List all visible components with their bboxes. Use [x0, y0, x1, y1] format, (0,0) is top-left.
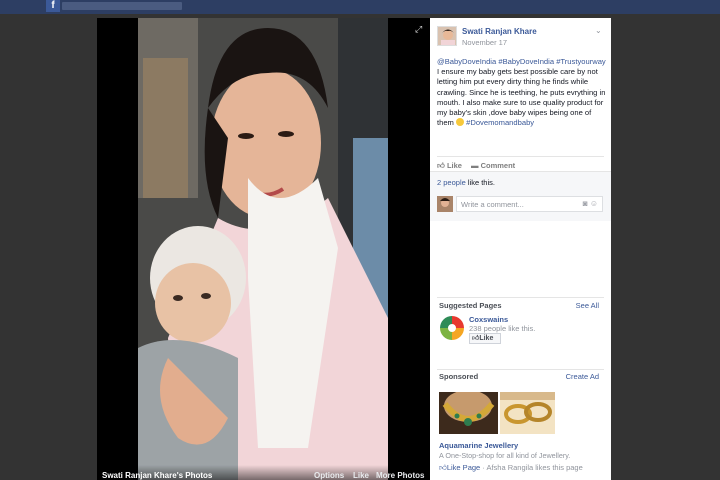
- comment-action[interactable]: ▬ Comment: [471, 161, 515, 170]
- hashtag-link[interactable]: #Trustyourway: [556, 57, 606, 66]
- ad-image-bangles[interactable]: [500, 392, 555, 434]
- smile-emoji-icon: [456, 118, 464, 127]
- thumbs-up-icon: 👍︎: [437, 161, 445, 170]
- suggested-pages-title: Suggested Pages: [439, 301, 502, 310]
- ad-title[interactable]: Aquamarine Jewellery: [439, 441, 518, 450]
- author-avatar[interactable]: [437, 26, 457, 46]
- like-page-link[interactable]: Like Page: [447, 463, 480, 472]
- post-text: @BabyDoveIndia #BabyDoveIndia #Trustyour…: [437, 57, 609, 128]
- facebook-logo-icon[interactable]: f: [46, 0, 60, 12]
- comment-placeholder: Write a comment...: [461, 200, 524, 209]
- likers-link[interactable]: 2 people: [437, 178, 466, 187]
- hashtag-link[interactable]: #Dovemomandbaby: [466, 118, 534, 127]
- photo-viewer-overlay: ⤢ Swati Ranjan Khare's Photos Options Li…: [0, 14, 720, 480]
- sponsored-title: Sponsored: [439, 372, 479, 381]
- search-bar[interactable]: [62, 2, 182, 10]
- mention-link[interactable]: @BabyDoveIndia: [437, 57, 496, 66]
- coxswains-logo[interactable]: [439, 315, 465, 341]
- post-header: Swati Ranjan Khare November 17 ⌄: [437, 26, 607, 50]
- ad-liker-text: · Afsha Rangila likes this page: [480, 463, 583, 472]
- photo-like-button[interactable]: Like: [353, 471, 369, 480]
- photo-footer: Swati Ranjan Khare's Photos Options Like…: [97, 465, 430, 480]
- photo-image: [138, 18, 388, 480]
- post-actions: 👍︎ Like ▬ Comment: [437, 156, 604, 170]
- facebook-topbar: f: [0, 0, 720, 14]
- like-label: Like: [446, 161, 462, 170]
- author-name[interactable]: Swati Ranjan Khare: [462, 27, 537, 36]
- post-date[interactable]: November 17: [462, 38, 507, 47]
- suggested-page-name[interactable]: Coxswains: [469, 315, 508, 324]
- photo-owner-label[interactable]: Swati Ranjan Khare's Photos: [102, 471, 212, 480]
- photo[interactable]: [138, 18, 388, 480]
- viewer-avatar: [437, 196, 453, 212]
- camera-icon[interactable]: ◙: [583, 199, 588, 208]
- like-action[interactable]: 👍︎ Like: [437, 161, 462, 171]
- create-ad-link[interactable]: Create Ad: [566, 372, 599, 381]
- comment-icon: ▬: [471, 161, 479, 170]
- more-photos-button[interactable]: More Photos: [376, 471, 424, 480]
- comment-input-icons: ◙ ☺: [583, 199, 598, 208]
- options-button[interactable]: Options: [314, 471, 344, 480]
- ad-like-row: 👍︎Like Page · Afsha Rangila likes this p…: [439, 463, 583, 473]
- ad-image-necklace[interactable]: [439, 392, 498, 434]
- suggested-page-likes: 238 people like this.: [469, 324, 536, 333]
- hashtag-link[interactable]: #BabyDoveIndia: [498, 57, 554, 66]
- expand-icon[interactable]: ⤢: [415, 24, 425, 34]
- divider: [437, 297, 604, 298]
- chevron-down-icon[interactable]: ⌄: [595, 26, 602, 35]
- comment-input[interactable]: Write a comment... ◙ ☺: [456, 196, 603, 212]
- likes-summary: 2 people like this.: [437, 178, 495, 187]
- see-all-link[interactable]: See All: [576, 301, 599, 310]
- thumbs-up-icon: 👍︎: [439, 463, 447, 472]
- divider: [437, 369, 604, 370]
- comment-label: Comment: [480, 161, 516, 170]
- suggested-like-button[interactable]: 👍︎Like: [469, 333, 501, 344]
- ad-description: A One-Stop-shop for all kind of Jeweller…: [439, 451, 571, 460]
- emoji-icon[interactable]: ☺: [590, 199, 598, 208]
- suggested-like-label: Like: [479, 335, 494, 342]
- post-sidebar: Swati Ranjan Khare November 17 ⌄ @BabyDo…: [430, 18, 611, 480]
- likes-and-comments: 2 people like this. Write a comment... ◙…: [430, 171, 611, 221]
- likes-suffix: like this.: [465, 178, 495, 187]
- photo-stage: ⤢ Swati Ranjan Khare's Photos Options Li…: [97, 18, 430, 480]
